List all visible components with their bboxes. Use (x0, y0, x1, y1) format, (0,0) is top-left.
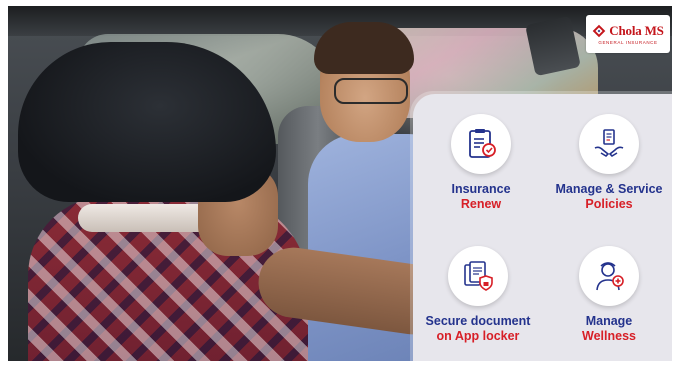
feature-subtitle: Wellness (582, 329, 636, 343)
passenger-glasses (334, 78, 408, 104)
feature-title: Manage & Service (555, 182, 663, 196)
feature-title: Manage (585, 314, 633, 328)
brand-mark-icon (592, 24, 606, 37)
document-lock-icon (448, 246, 508, 306)
renew-document-icon (451, 114, 511, 174)
brand-name: Chola MS (609, 22, 664, 38)
video-frame: Chola MS GENERAL INSURANCE Insurance Ren… (8, 6, 672, 361)
passenger-hair (314, 22, 414, 74)
feature-secure-document[interactable]: Secure document on App locker (413, 246, 543, 344)
brand-logo: Chola MS GENERAL INSURANCE (586, 15, 670, 53)
feature-insurance-renew[interactable]: Insurance Renew (416, 114, 546, 212)
feature-manage-service-policies[interactable]: Manage & Service Policies (544, 114, 672, 212)
hand-holding-policy-icon (579, 114, 639, 174)
feature-subtitle: on App locker (436, 329, 520, 343)
feature-subtitle: Policies (585, 197, 633, 211)
brand-tagline: GENERAL INSURANCE (598, 39, 658, 45)
feature-subtitle: Renew (460, 197, 502, 211)
feature-manage-wellness[interactable]: Manage Wellness (544, 246, 672, 344)
feature-title: Insurance (451, 182, 511, 196)
wellness-person-icon (579, 246, 639, 306)
brand-row: Chola MS (592, 22, 664, 38)
features-panel: Insurance Renew Manage & Service Policie… (413, 94, 672, 361)
feature-title: Secure document (425, 314, 531, 328)
